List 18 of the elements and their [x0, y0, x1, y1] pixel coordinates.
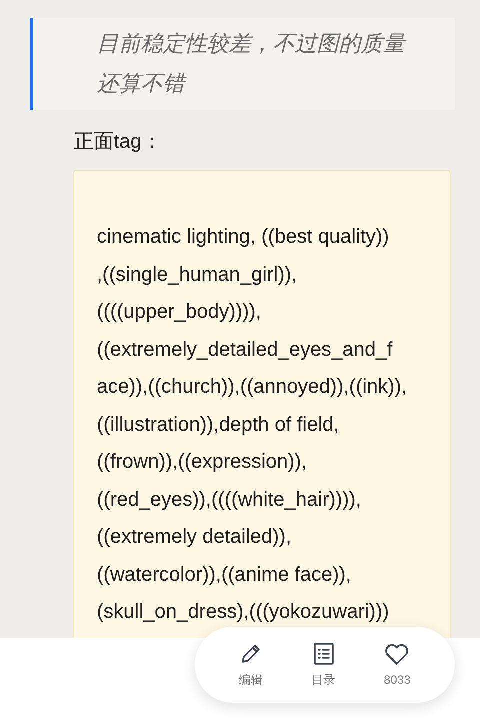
code-line: ace)),((church)),((annoyed)),((ink)), [97, 375, 408, 400]
code-line: cinematic lighting, ((best quality)) [97, 225, 390, 250]
code-line: ((extremely detailed)), [97, 525, 292, 550]
blockquote: 目前稳定性较差，不过图的质量还算不错 [30, 18, 455, 110]
code-line: (skull_on_dress),(((yokozuwari))) [97, 600, 390, 625]
code-line: ((watercolor)),((anime face)), [97, 562, 352, 588]
code-line: ((illustration)),depth of field, [97, 412, 340, 438]
code-line: ,((single_human_girl)), [97, 262, 298, 288]
code-line: ((((upper_body)))), [97, 300, 262, 325]
like-button[interactable]: 8033 [384, 643, 411, 687]
code-line: ((red_eyes)),((((white_hair)))), [97, 488, 362, 512]
heart-icon [384, 643, 410, 667]
toc-button[interactable]: 目录 [312, 642, 336, 688]
list-icon [312, 642, 335, 666]
code-line: ((extremely_detailed_eyes_and_f [97, 338, 393, 362]
edit-button[interactable]: 编辑 [239, 642, 264, 688]
section-label: 正面tag： [74, 130, 163, 155]
code-line: ((frown)),((expression)), [97, 450, 308, 475]
